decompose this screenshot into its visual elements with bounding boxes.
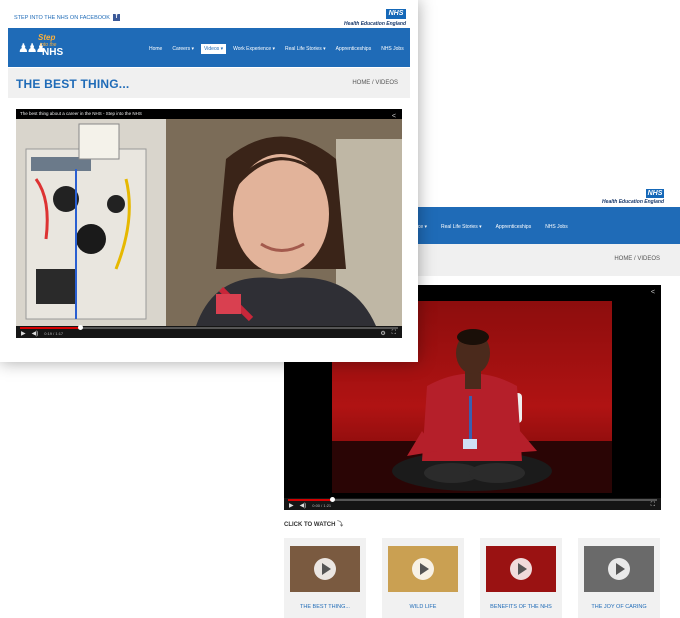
progress-fill xyxy=(288,499,332,501)
nav-list: Home Careers ▾ Videos ▾Work Experience ▾ Re… xyxy=(146,44,407,54)
swoosh-arrow-icon: ⤵ xyxy=(337,522,344,528)
progress-bar[interactable] xyxy=(20,325,398,330)
controls-left: ▶ ◀) 0:00 / 1:21 xyxy=(289,502,331,509)
title-bar: THE BEST THING... HOME / VIDEOS xyxy=(8,68,410,98)
video-player[interactable]: The best thing about a career in the NHS… xyxy=(16,109,402,338)
thumbnail-image[interactable] xyxy=(584,546,654,592)
play-icon[interactable] xyxy=(412,558,434,580)
click-to-watch-text: CLICK TO WATCH xyxy=(284,522,336,528)
nav-item-nhs-jobs[interactable]: NHS Jobs xyxy=(378,44,407,54)
thumbnail-label[interactable]: THE JOY OF CARING xyxy=(578,604,660,610)
step-into-nhs-logo[interactable]: ♟♟♟ Step into the NHS xyxy=(16,33,74,61)
share-icon[interactable]: < xyxy=(651,289,655,296)
video-thumbnail[interactable]: THE JOY OF CARING xyxy=(578,538,660,618)
nav-item-real-life-stories[interactable]: Real Life Stories ▾ xyxy=(282,44,329,54)
settings-icon[interactable]: ⚙ xyxy=(380,330,385,337)
thumbnail-label[interactable]: BENEFITS OF THE NHS xyxy=(480,604,562,610)
thumbnail-image[interactable] xyxy=(290,546,360,592)
thumbnail-label[interactable]: THE BEST THING... xyxy=(284,604,366,610)
nav-item-nhs-jobs[interactable]: NHS Jobs xyxy=(542,222,571,232)
click-to-watch-label: CLICK TO WATCH ⤵ xyxy=(284,519,343,528)
video-frame[interactable] xyxy=(16,119,402,326)
video-title[interactable]: The best thing about a career in the NHS… xyxy=(20,111,142,116)
video-scene-illustration xyxy=(16,119,402,326)
nhs-logo[interactable]: NHS xyxy=(646,189,664,198)
thumbnail-label[interactable]: WILD LIFE xyxy=(382,604,464,610)
fullscreen-icon[interactable]: ⛶ xyxy=(392,330,396,337)
nhs-logo[interactable]: NHS xyxy=(386,9,406,19)
time-display: 0:19 / 1:17 xyxy=(44,331,64,336)
nav-item-careers[interactable]: Careers ▾ xyxy=(169,44,197,54)
facebook-icon[interactable]: f xyxy=(112,14,120,21)
facebook-link[interactable]: STEP INTO THE NHS ON FACEBOOK f xyxy=(14,14,120,21)
logo-step: Step xyxy=(38,33,56,42)
video-thumbnail[interactable]: THE BEST THING... xyxy=(284,538,366,618)
nav-item-work-experience[interactable]: Work Experience ▾ xyxy=(230,44,278,54)
nav-item-apprenticeships[interactable]: Apprenticeships xyxy=(493,222,535,232)
facebook-link-text[interactable]: STEP INTO THE NHS ON FACEBOOK xyxy=(14,15,110,21)
nav-item-real-life-stories[interactable]: Real Life Stories ▾ xyxy=(438,222,485,232)
video-controls: ▶ ◀) 0:00 / 1:21 ⛶ xyxy=(284,497,661,510)
volume-icon[interactable]: ◀) xyxy=(300,502,307,509)
hee-brand: Health Education England xyxy=(602,199,664,205)
front-screenshot: STEP INTO THE NHS ON FACEBOOK f NHS Heal… xyxy=(0,0,418,362)
video-thumbnails: THE BEST THING... WILD LIFE BENEFITS OF TH… xyxy=(284,538,660,618)
thumbnail-image[interactable] xyxy=(388,546,458,592)
thumbnail-image[interactable] xyxy=(486,546,556,592)
page-title: THE BEST THING... xyxy=(16,77,130,91)
breadcrumb[interactable]: HOME / VIDEOS xyxy=(352,80,398,86)
nav-item-home[interactable]: Home xyxy=(146,44,165,54)
controls-right: ⚙ ⛶ xyxy=(380,330,396,337)
main-navbar: ♟♟♟ Step into the NHS Home Careers ▾ Video… xyxy=(8,28,410,67)
video-controls: ▶ ◀) 0:19 / 1:17 ⚙ ⛶ xyxy=(16,325,402,338)
play-icon[interactable]: ▶ xyxy=(21,330,26,337)
hee-brand: Health Education England xyxy=(344,21,406,27)
nav-item-videos[interactable]: Videos ▾ xyxy=(201,44,227,54)
breadcrumb[interactable]: HOME / VIDEOS xyxy=(614,256,660,262)
nav-item-apprenticeships[interactable]: Apprenticeships xyxy=(333,44,375,54)
controls-right: ⛶ xyxy=(651,502,655,509)
play-icon[interactable] xyxy=(314,558,336,580)
progress-handle[interactable] xyxy=(78,325,83,330)
video-thumbnail[interactable]: WILD LIFE xyxy=(382,538,464,618)
play-icon[interactable] xyxy=(510,558,532,580)
progress-fill xyxy=(20,327,80,329)
fullscreen-icon[interactable]: ⛶ xyxy=(651,502,655,509)
controls-left: ▶ ◀) 0:19 / 1:17 xyxy=(21,330,63,337)
logo-nhs: NHS xyxy=(42,47,64,58)
time-display: 0:00 / 1:21 xyxy=(312,503,332,508)
volume-icon[interactable]: ◀) xyxy=(32,330,39,337)
video-thumbnail[interactable]: BENEFITS OF THE NHS xyxy=(480,538,562,618)
play-icon[interactable] xyxy=(608,558,630,580)
progress-bar[interactable] xyxy=(288,497,657,502)
play-icon[interactable]: ▶ xyxy=(289,502,294,509)
